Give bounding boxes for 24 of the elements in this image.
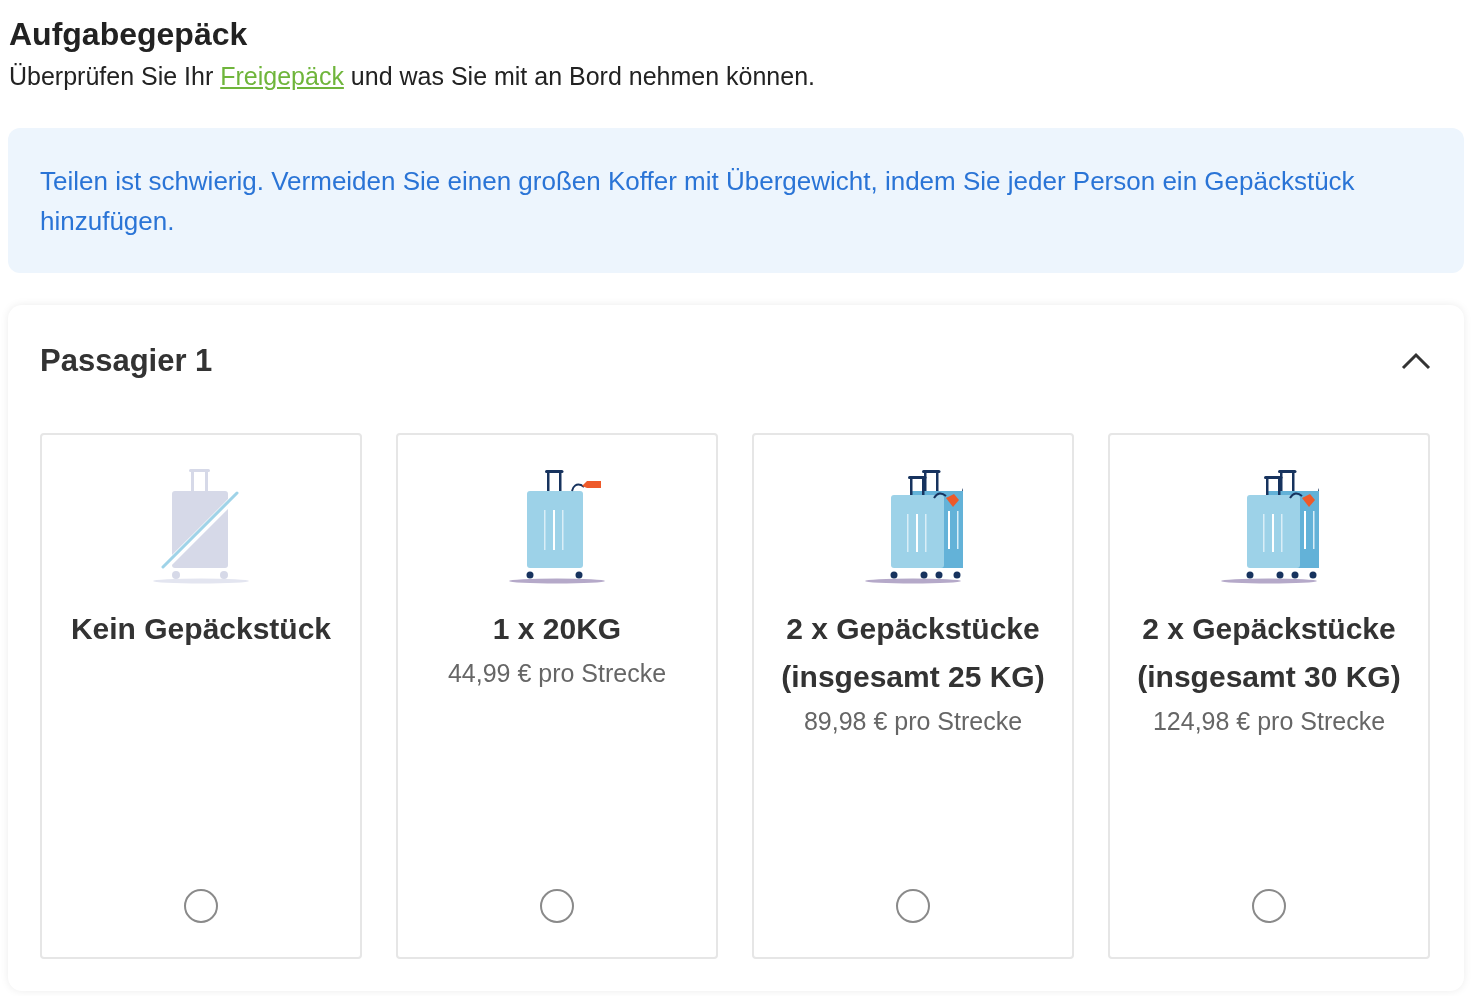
radio-button[interactable] <box>1252 889 1286 923</box>
radio-button[interactable] <box>184 889 218 923</box>
option-price: 44,99 € pro Strecke <box>447 658 667 689</box>
option-title: 2 x Gepäckstücke (insgesamt 25 KG) <box>780 611 1046 695</box>
radio-button[interactable] <box>540 889 574 923</box>
option-price: 124,98 € pro Strecke <box>1152 706 1386 737</box>
info-text: Teilen ist schwierig. Vermeiden Sie einen großen Koffer mit Übergewicht, indem Sie jeder Person ein Gepäckstück hinzufügen. <box>40 166 1355 236</box>
baggage-option-card[interactable]: Kein Gepäckstück <box>40 433 362 959</box>
no-suitcase-icon <box>151 469 251 585</box>
two-suitcases-icon <box>1219 469 1319 585</box>
option-title: Kein Gepäckstück <box>70 611 332 647</box>
option-title: 2 x Gepäckstücke (insgesamt 30 KG) <box>1136 611 1402 695</box>
radio-button[interactable] <box>896 889 930 923</box>
baggage-option-card[interactable]: 1 x 20KG 44,99 € pro Strecke <box>396 433 718 959</box>
baggage-option-card[interactable]: 2 x Gepäckstücke (insgesamt 25 KG) 89,98 € pro Strecke <box>752 433 1074 959</box>
collapse-icon[interactable] <box>1400 351 1432 371</box>
option-price: 89,98 € pro Strecke <box>803 706 1023 737</box>
two-suitcases-icon <box>863 469 963 585</box>
suitcase-icon <box>507 469 607 585</box>
baggage-option-card[interactable]: 2 x Gepäckstücke (insgesamt 30 KG) 124,98 € pro Strecke <box>1108 433 1430 959</box>
option-title: 1 x 20KG <box>492 611 622 647</box>
intro-text: Überprüfen Sie Ihr Freigepäck und was Sie mit an Bord nehmen können. <box>9 61 816 92</box>
passenger-title: Passagier 1 <box>40 343 213 379</box>
page-title: Aufgabegepäck <box>9 15 249 54</box>
